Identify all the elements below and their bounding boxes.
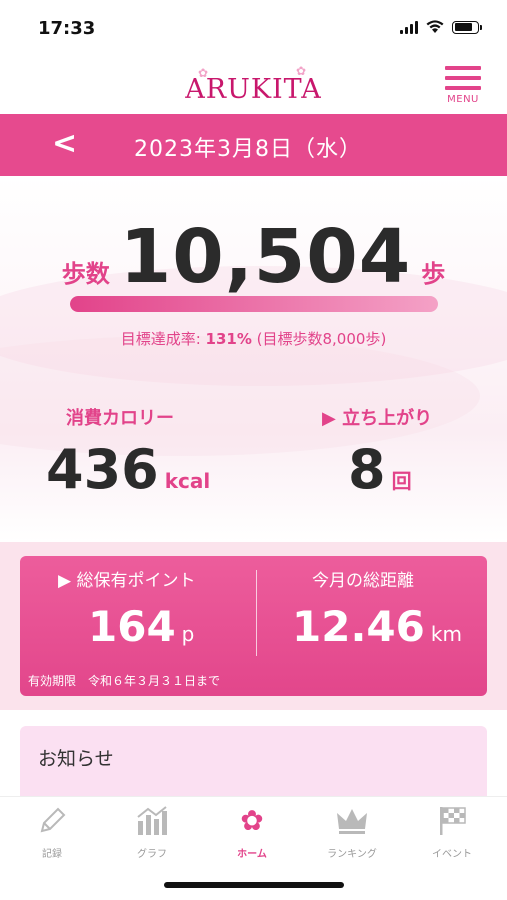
- tab-record-label: 記録: [42, 849, 62, 860]
- tab-ranking-label: ランキング: [327, 849, 377, 860]
- stand-ups-unit: 回: [391, 469, 412, 493]
- hamburger-icon: [445, 66, 481, 70]
- steps-label: 歩数: [61, 260, 110, 288]
- calories-value: 436: [46, 438, 159, 501]
- hamburger-icon-bar: [445, 86, 481, 90]
- tab-graph[interactable]: グラフ: [107, 803, 197, 860]
- status-time: 17:33: [38, 18, 96, 39]
- points-title[interactable]: ▶ 総保有ポイント: [58, 566, 195, 591]
- goal-rate-value: 131%: [205, 330, 252, 348]
- signal-icon: [400, 20, 418, 34]
- tab-home[interactable]: ✿ ホーム: [207, 803, 297, 860]
- menu-button[interactable]: MENU: [441, 66, 485, 110]
- calories-unit: kcal: [164, 469, 211, 493]
- expiry-value: 令和６年３月３１日まで: [88, 674, 221, 688]
- points-card: ▶ 総保有ポイント 今月の総距離 164 p 12.46 km 有効期限 令和６年３月…: [20, 556, 487, 696]
- steps-row: 歩数 10,504 歩: [0, 214, 507, 300]
- tab-graph-label: グラフ: [137, 849, 167, 860]
- steps-unit: 歩: [421, 260, 446, 288]
- back-arrow-icon[interactable]: <: [52, 126, 77, 161]
- steps-progress-fill: [70, 296, 438, 312]
- distance-title: 今月の総距離: [312, 571, 414, 591]
- tab-ranking[interactable]: ランキング: [307, 803, 397, 860]
- goal-rate-line: 目標達成率: 131% (目標歩数8,000歩): [0, 328, 507, 349]
- points-expiry: 有効期限 令和６年３月３１日まで: [28, 672, 220, 689]
- expiry-label: 有効期限: [28, 674, 77, 688]
- steps-value: 10,504: [119, 214, 412, 300]
- stand-ups-label[interactable]: ▶ 立ち上がり: [322, 404, 432, 430]
- app-header: ✿ ✿ ARUKITA MENU: [0, 58, 507, 112]
- chart-icon: [107, 803, 197, 839]
- home-indicator: [164, 882, 344, 888]
- points-value: 164: [88, 602, 176, 651]
- tab-event[interactable]: イベント: [407, 803, 497, 860]
- app-logo: ARUKITA: [185, 74, 322, 105]
- distance-unit: km: [430, 622, 462, 646]
- goal-rate-prefix: 目標達成率:: [120, 330, 206, 348]
- status-icons: [400, 20, 482, 34]
- hamburger-icon-bar: [445, 76, 481, 80]
- wifi-icon: [426, 20, 444, 33]
- stand-ups-value: 8: [348, 438, 386, 501]
- steps-progress-bar: [70, 296, 438, 312]
- current-date: 2023年3月8日（水）: [134, 137, 362, 162]
- status-bar: 17:33: [0, 0, 507, 58]
- flag-icon: [407, 803, 497, 839]
- tab-record[interactable]: 記録: [7, 803, 97, 860]
- calories-value-group: 436 kcal: [46, 438, 210, 501]
- stand-ups-value-group: 8回: [348, 438, 412, 501]
- tab-event-label: イベント: [432, 849, 472, 860]
- crown-icon: [307, 803, 397, 839]
- points-unit: p: [181, 622, 195, 646]
- points-value-group: 164 p: [88, 602, 194, 651]
- notice-title: お知らせ: [38, 748, 114, 770]
- distance-value: 12.46: [292, 602, 425, 651]
- activity-summary: 歩数 10,504 歩 目標達成率: 131% (目標歩数8,000歩) 消費カロリ…: [0, 176, 507, 542]
- sakura-icon: ✿: [240, 804, 264, 837]
- menu-label: MENU: [447, 94, 479, 105]
- distance-value-group: 12.46 km: [292, 602, 462, 651]
- goal-rate-suffix: (目標歩数8,000歩): [251, 330, 387, 348]
- calories-label: 消費カロリー: [66, 408, 174, 429]
- points-divider: [256, 570, 257, 656]
- pencil-icon: [7, 803, 97, 839]
- tab-home-label: ホーム: [237, 849, 267, 860]
- notice-section[interactable]: お知らせ: [20, 726, 487, 806]
- date-bar: < 2023年3月8日（水）: [0, 114, 507, 176]
- battery-icon: [452, 20, 482, 34]
